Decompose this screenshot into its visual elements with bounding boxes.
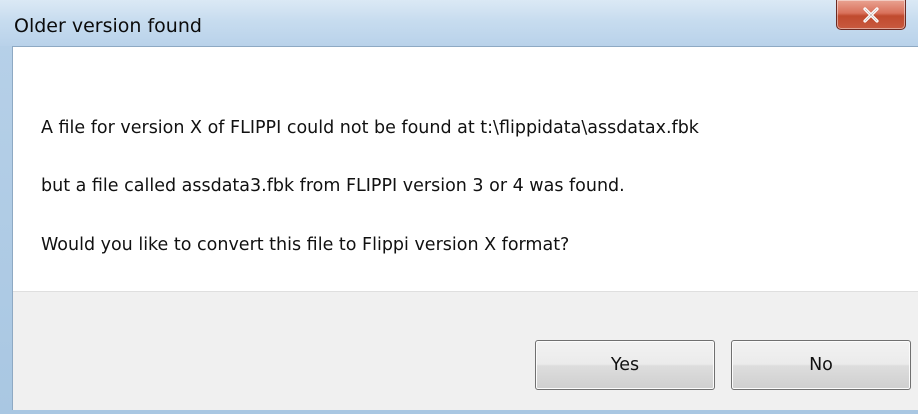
close-button[interactable] (836, 0, 906, 30)
button-bar: Yes No (13, 291, 918, 411)
close-icon (861, 6, 881, 23)
dialog-title: Older version found (14, 15, 202, 37)
title-bar[interactable]: Older version found (0, 0, 918, 46)
dialog-window: Older version found A file for version X… (0, 0, 918, 414)
message-line-2: but a file called assdata3.fbk from FLIP… (41, 176, 625, 196)
window-bottom-border (0, 410, 918, 414)
dialog-body: A file for version X of FLIPPI could not… (12, 46, 918, 411)
yes-button[interactable]: Yes (535, 340, 715, 390)
no-button[interactable]: No (731, 340, 911, 390)
message-line-1: A file for version X of FLIPPI could not… (41, 118, 699, 138)
message-line-3: Would you like to convert this file to F… (41, 235, 570, 255)
